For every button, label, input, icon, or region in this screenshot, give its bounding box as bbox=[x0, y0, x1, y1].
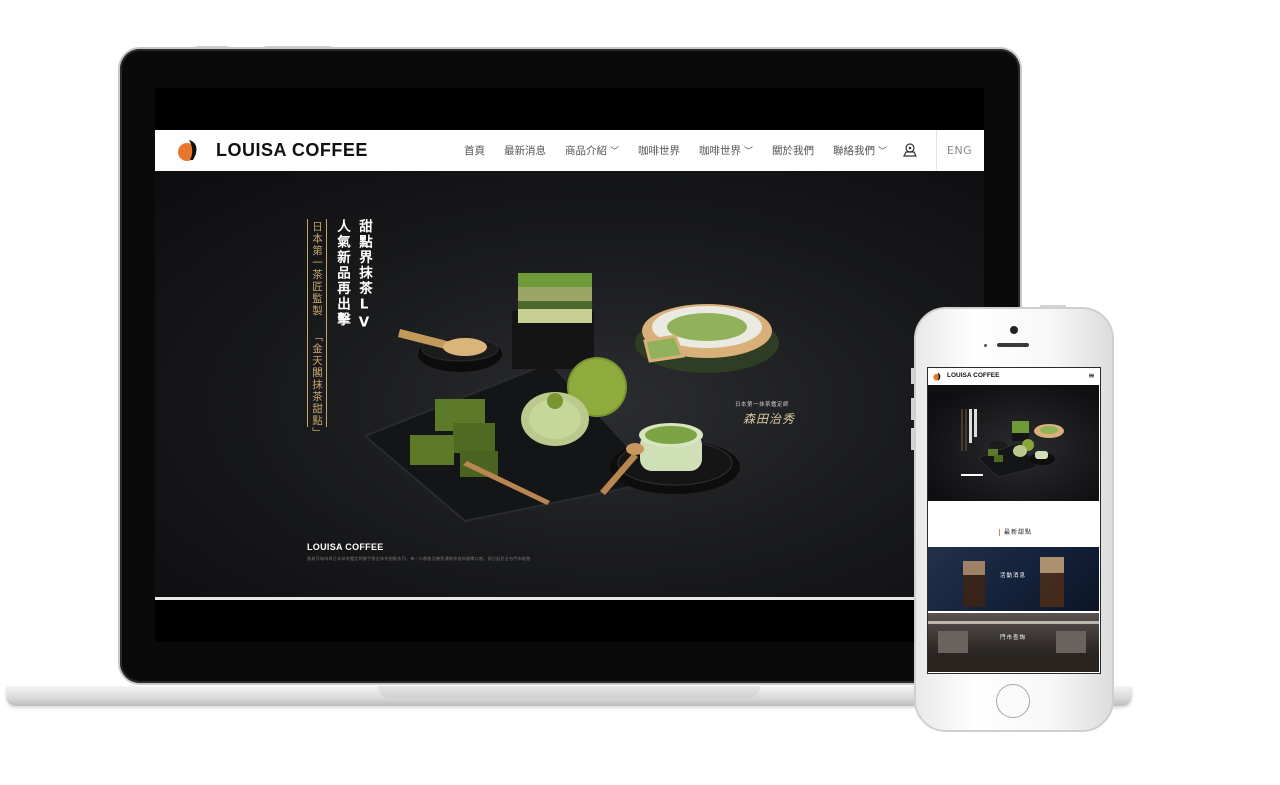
phone-sensor bbox=[984, 344, 987, 347]
nav-item-coffee-world-2[interactable]: 咖啡世界 ﹀ bbox=[699, 143, 753, 158]
chevron-down-icon: ﹀ bbox=[878, 147, 888, 157]
phone-camera-icon bbox=[1010, 326, 1018, 334]
slider-divider bbox=[155, 597, 984, 600]
phone-home-button[interactable] bbox=[996, 684, 1030, 718]
phone-screen: LOUISA COFFEE ≡ 最新甜點 活動消息 門市查詢 bbox=[927, 367, 1101, 674]
phone-side-button bbox=[911, 398, 914, 420]
mobile-section-title: 最新甜點 bbox=[999, 529, 1032, 536]
chevron-down-icon: ﹀ bbox=[744, 147, 754, 157]
nav-item-home[interactable]: 首頁 bbox=[464, 143, 485, 158]
hero-headline-1: 甜點界抹茶LV bbox=[356, 219, 372, 333]
nav-item-coffee-world[interactable]: 咖啡世界 bbox=[638, 143, 680, 158]
gold-rule bbox=[326, 219, 327, 427]
chevron-down-icon: ﹀ bbox=[610, 147, 620, 157]
hero-fine-print: 路易莎咖啡與日本抹茶鑑定師攜手推出抹茶甜點系列，每一口都能品嘗到濃郁茶香與細緻口… bbox=[307, 556, 531, 561]
hero-sub-1: 日本第一茶匠監製 bbox=[311, 221, 323, 317]
hero-brand: LOUISA COFFEE bbox=[307, 542, 384, 552]
mobile-card-stores[interactable]: 門市查詢 bbox=[928, 613, 1099, 672]
hero-sub-2: 「金天閣抹茶甜點」 bbox=[311, 331, 323, 439]
mobile-section-header: 最新甜點 bbox=[928, 501, 1099, 547]
iced-coffee-image bbox=[963, 557, 1064, 607]
mobile-hero[interactable] bbox=[928, 385, 1099, 501]
nav-label: 聯絡我們 bbox=[833, 145, 876, 157]
nav-label: 關於我們 bbox=[772, 145, 815, 157]
phone-speaker bbox=[997, 343, 1029, 347]
nav-item-contact[interactable]: 聯絡我們 ﹀ bbox=[833, 143, 887, 158]
nav-label: 商品介紹 bbox=[565, 145, 607, 157]
chef-caption: 日本第一抹茶鑑定師 bbox=[735, 402, 790, 408]
mobile-hero-image bbox=[961, 409, 1064, 478]
hamburger-menu-icon[interactable]: ≡ bbox=[1088, 371, 1095, 380]
nav-item-about[interactable]: 關於我們 bbox=[772, 143, 814, 158]
phone-side-button bbox=[911, 428, 914, 450]
divider bbox=[936, 130, 937, 171]
chef-signature: 森田治秀 bbox=[743, 412, 796, 426]
store-interior-image bbox=[928, 621, 1099, 672]
site-header: LOUISA COFFEE 首頁 最新消息 商品介紹 ﹀ 咖啡世界 咖啡世界 ﹀ 關… bbox=[155, 130, 984, 171]
main-nav: 首頁 最新消息 商品介紹 ﹀ 咖啡世界 咖啡世界 ﹀ 關於我們 聯絡我們 ﹀ bbox=[464, 130, 906, 171]
mobile-card1-label: 活動消息 bbox=[1000, 573, 1027, 579]
hero-headline-2: 人氣新品再出擊 bbox=[334, 219, 350, 328]
laptop-screen: LOUISA COFFEE 首頁 最新消息 商品介紹 ﹀ 咖啡世界 咖啡世界 ﹀ 關… bbox=[155, 88, 984, 642]
nav-label: 首頁 bbox=[464, 145, 485, 157]
louisa-logo-icon[interactable] bbox=[177, 138, 201, 162]
phone-top-button bbox=[1040, 305, 1066, 308]
brand-name[interactable]: LOUISA COFFEE bbox=[216, 140, 368, 161]
gold-rule bbox=[307, 219, 308, 427]
mobile-brand-name[interactable]: LOUISA COFFEE bbox=[947, 372, 999, 379]
mobile-header: LOUISA COFFEE ≡ bbox=[928, 368, 1099, 385]
user-location-icon[interactable] bbox=[902, 142, 918, 158]
language-switch[interactable]: ENG bbox=[947, 144, 972, 157]
mobile-card-events[interactable]: 活動消息 bbox=[928, 547, 1099, 611]
nav-item-products[interactable]: 商品介紹 ﹀ bbox=[565, 143, 619, 158]
nav-item-news[interactable]: 最新消息 bbox=[504, 143, 546, 158]
hero-banner[interactable]: 甜點界抹茶LV 人氣新品再出擊 日本第一茶匠監製 「金天閣抹茶甜點」 日本第一抹… bbox=[155, 171, 984, 597]
nav-label: 咖啡世界 bbox=[699, 145, 742, 157]
phone-side-button bbox=[911, 368, 914, 384]
nav-label: 最新消息 bbox=[504, 145, 546, 157]
laptop-notch bbox=[378, 686, 760, 698]
louisa-logo-icon[interactable] bbox=[933, 372, 942, 381]
hero-image bbox=[363, 273, 779, 523]
mobile-card2-label: 門市查詢 bbox=[1000, 635, 1027, 641]
nav-label: 咖啡世界 bbox=[638, 145, 681, 157]
